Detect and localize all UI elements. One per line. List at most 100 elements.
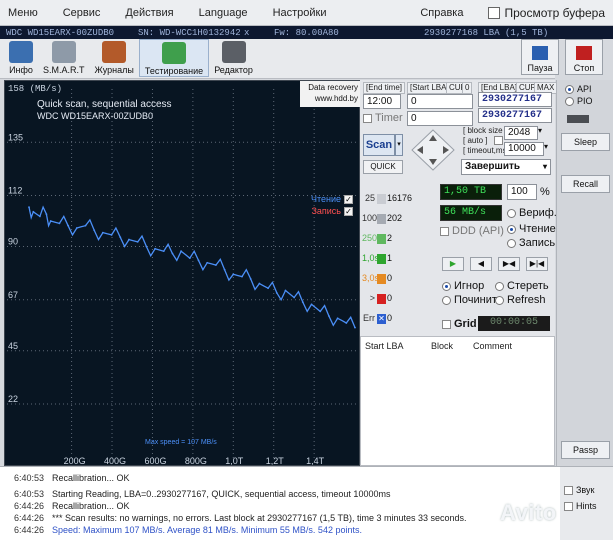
read-speed-point <box>188 257 191 260</box>
start-zero-button[interactable]: 0 <box>462 82 473 94</box>
pio-radio[interactable] <box>565 96 574 106</box>
grid-option[interactable]: Grid <box>442 318 477 330</box>
buffer-viewer-button[interactable]: Просмотр буфера <box>480 6 613 20</box>
verify-radio[interactable] <box>507 208 516 218</box>
menu-item-main[interactable]: Меню <box>0 7 55 19</box>
ddd-api-checkbox[interactable] <box>440 226 449 236</box>
percent-display: 100 <box>507 184 537 200</box>
scan-dropdown-icon[interactable]: ▾ <box>395 134 403 156</box>
info-label: Инфо <box>9 65 33 75</box>
api-radio[interactable] <box>565 84 574 94</box>
watermark-logo: Avito <box>500 500 557 525</box>
passp-button[interactable]: Passp <box>561 441 610 459</box>
menu-item-language[interactable]: Language <box>191 7 265 19</box>
block-count: 0 <box>387 313 393 323</box>
editor-button[interactable]: Редактор <box>209 39 258 75</box>
block-color-swatch: ✕ <box>377 314 386 324</box>
grid-checkbox[interactable] <box>442 319 451 329</box>
scan-button[interactable]: Scan <box>363 134 395 156</box>
col-start-lba[interactable]: Start LBA <box>365 341 404 351</box>
menu-item-settings[interactable]: Настройки <box>265 7 344 19</box>
quick-button[interactable]: QUICK <box>363 160 403 174</box>
start-lba-input[interactable]: 0 <box>407 94 473 109</box>
legend-write-checkbox[interactable]: ✓ <box>344 206 353 216</box>
ddd-api-option[interactable]: DDD (API) <box>440 225 504 237</box>
repair-radio[interactable] <box>442 295 451 305</box>
end-lba-input[interactable]: 2930277167 <box>478 92 552 107</box>
read-speed-point <box>38 215 41 218</box>
play-button[interactable]: ▶ <box>442 257 464 271</box>
finish-action-select[interactable]: Завершить ▾ <box>461 159 551 175</box>
api-option[interactable]: API <box>565 84 592 94</box>
error-ignore[interactable]: Игнор <box>442 280 484 292</box>
erase-radio[interactable] <box>495 281 504 291</box>
block-size-select[interactable]: 2048 <box>504 126 538 140</box>
legend-read-checkbox[interactable]: ✓ <box>344 194 353 204</box>
hints-option[interactable]: Hints <box>564 501 597 511</box>
testing-icon <box>162 42 186 64</box>
mode-read[interactable]: Чтение <box>507 223 556 235</box>
read-radio[interactable] <box>507 224 516 234</box>
read-speed-point <box>328 315 330 317</box>
finish-action-value: Завершить <box>465 161 521 172</box>
menu-item-actions[interactable]: Действия <box>117 7 190 19</box>
sound-option[interactable]: Звук <box>564 485 594 495</box>
col-comment[interactable]: Comment <box>473 341 512 351</box>
timeout-select[interactable]: 10000 <box>504 142 544 156</box>
write-radio[interactable] <box>507 238 516 248</box>
error-erase[interactable]: Стереть <box>495 280 549 292</box>
pause-button[interactable]: Пауза <box>521 39 559 75</box>
end-time-input[interactable]: 12:00 <box>363 94 401 109</box>
recall-button[interactable]: Recall <box>561 175 610 193</box>
graph-title: Quick scan, sequential access <box>37 99 172 110</box>
auto-checkbox[interactable] <box>494 136 503 145</box>
bottom-options: Звук Hints <box>560 466 613 540</box>
timeout-dropdown-icon[interactable]: ▾ <box>544 142 548 151</box>
block-count: 2 <box>387 233 393 243</box>
y-tick-label: 67 <box>8 290 18 300</box>
block-count: 1 <box>387 253 393 263</box>
logs-button[interactable]: Журналы <box>90 39 139 75</box>
info-button[interactable]: Инфо <box>4 39 38 75</box>
read-speed-point <box>354 326 356 329</box>
stop-button[interactable]: Стоп <box>565 39 603 75</box>
error-repair[interactable]: Починить <box>442 294 503 306</box>
testing-button[interactable]: Тестирование <box>138 39 210 77</box>
block-size-dropdown-icon[interactable]: ▾ <box>538 126 542 135</box>
legend-read[interactable]: Чтение ✓ <box>311 194 353 204</box>
smart-button[interactable]: S.M.A.R.T <box>38 39 90 75</box>
menu-item-service[interactable]: Сервис <box>55 7 118 19</box>
timer-option[interactable]: Timer <box>363 112 403 124</box>
mode-write[interactable]: Запись <box>507 237 555 249</box>
menu-item-help[interactable]: Справка <box>412 7 480 19</box>
direction-pad-icon[interactable] <box>410 128 456 172</box>
skip-forward-button[interactable]: ▶|◀ <box>526 257 548 271</box>
read-speed-point <box>197 259 200 262</box>
legend-read-label: Чтение <box>310 194 341 204</box>
sound-checkbox[interactable] <box>564 485 573 495</box>
hints-label: Hints <box>576 501 597 511</box>
error-refresh[interactable]: Refresh <box>495 294 546 306</box>
block-color-swatch <box>377 234 386 244</box>
refresh-label: Refresh <box>507 294 546 306</box>
sleep-button[interactable]: Sleep <box>561 133 610 151</box>
hints-checkbox[interactable] <box>564 501 573 511</box>
legend-write[interactable]: Запись ✓ <box>311 206 353 216</box>
percent-sign: % <box>540 186 550 198</box>
ignore-radio[interactable] <box>442 281 451 291</box>
timer-input[interactable]: 0 <box>407 111 473 126</box>
skip-back-button[interactable]: ▶◀ <box>498 257 520 271</box>
timer-checkbox[interactable] <box>363 113 372 123</box>
read-speed-point <box>206 261 209 264</box>
block-color-swatch <box>377 294 386 304</box>
ddd-api-label: DDD (API) <box>452 225 504 237</box>
read-speed-point <box>336 317 339 320</box>
pio-option[interactable]: PIO <box>565 96 593 106</box>
refresh-radio[interactable] <box>495 295 504 305</box>
log-time: 6:44:26 <box>13 525 44 535</box>
rewind-button[interactable]: ◀ <box>470 257 492 271</box>
y-tick-label: 112 <box>8 186 22 196</box>
col-block[interactable]: Block <box>431 341 453 351</box>
mode-verify[interactable]: Вериф. <box>507 207 557 219</box>
menu-bar: Меню Сервис Действия Language Настройки … <box>0 0 613 26</box>
